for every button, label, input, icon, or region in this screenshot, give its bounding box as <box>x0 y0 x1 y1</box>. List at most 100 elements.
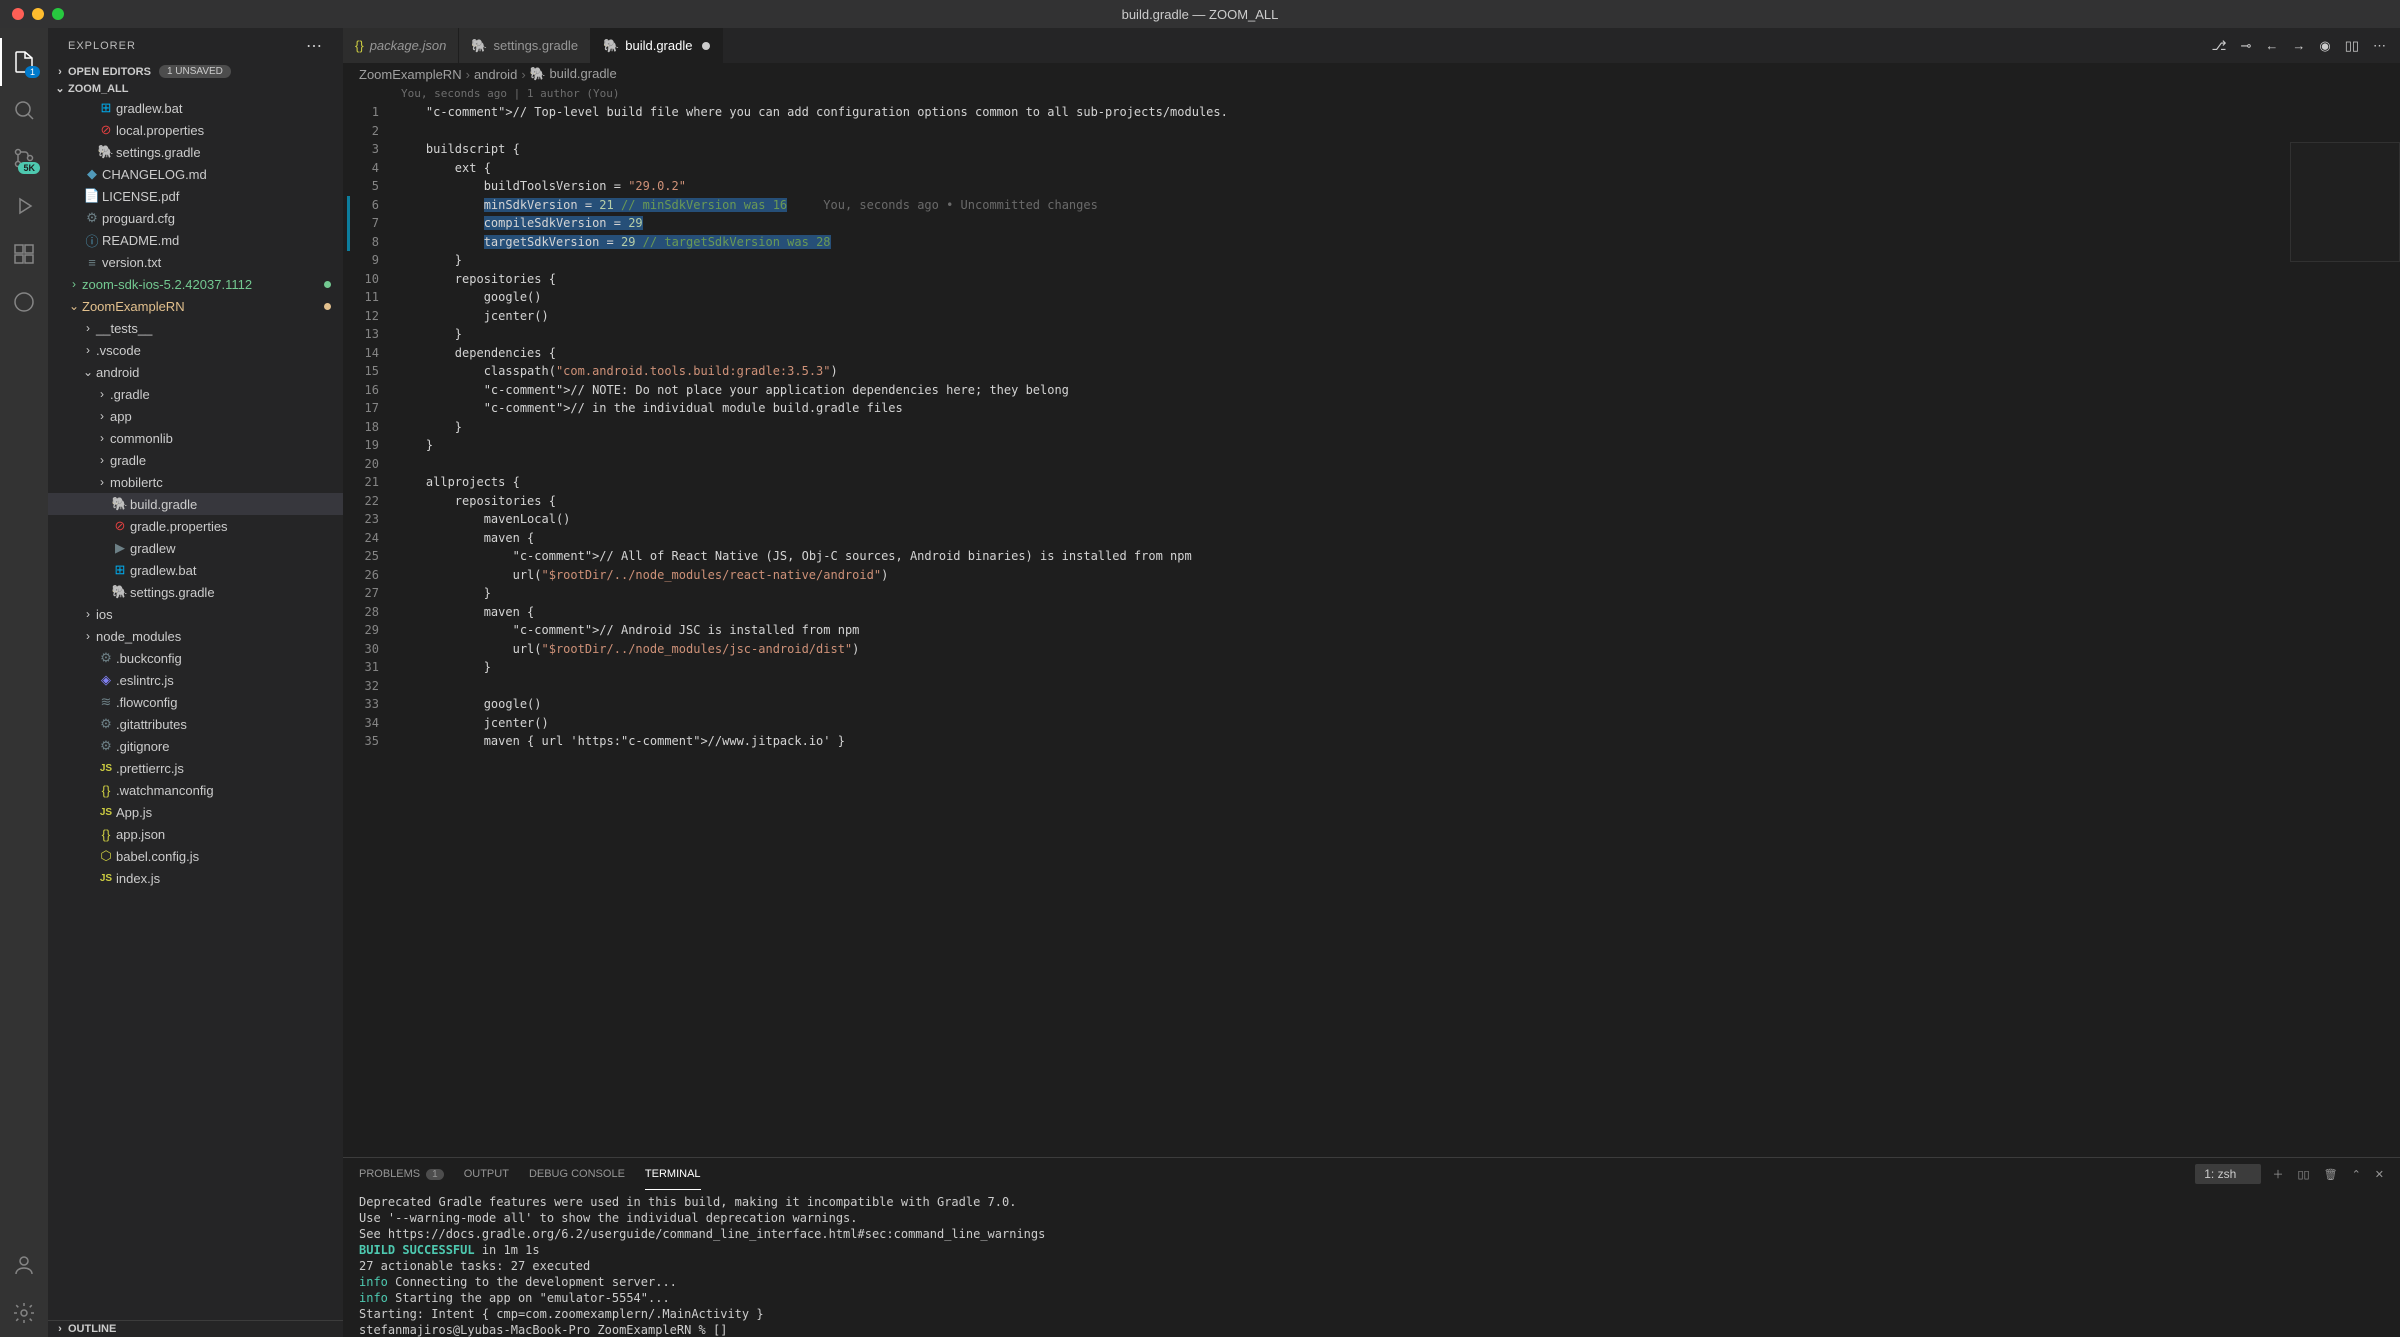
tree-item[interactable]: JS.prettierrc.js <box>48 757 343 779</box>
tree-item-label: gradlew.bat <box>130 563 197 578</box>
tab-label: settings.gradle <box>494 38 579 53</box>
tree-item[interactable]: ⊞gradlew.bat <box>48 97 343 119</box>
scm-activity[interactable]: 5K <box>0 134 48 182</box>
git-commit-icon[interactable]: ⊸ <box>2240 38 2251 54</box>
split-editor-icon[interactable]: ▯▯ <box>2345 38 2359 54</box>
file-icon: {} <box>96 783 116 798</box>
tree-item[interactable]: ⊘local.properties <box>48 119 343 141</box>
tree-item[interactable]: ⓘREADME.md <box>48 229 343 251</box>
file-icon: 🐘 <box>603 38 619 54</box>
tree-item-label: babel.config.js <box>116 849 199 864</box>
panel-tab-problems[interactable]: PROBLEMS1 <box>359 1158 444 1190</box>
extensions-activity[interactable] <box>0 230 48 278</box>
tree-item[interactable]: ≡version.txt <box>48 251 343 273</box>
tree-item[interactable]: JSApp.js <box>48 801 343 823</box>
tree-item[interactable]: ⬡babel.config.js <box>48 845 343 867</box>
split-terminal-icon[interactable]: ▯▯ <box>2297 1168 2309 1181</box>
editor-tab[interactable]: {}package.json <box>343 28 459 63</box>
tree-item[interactable]: ›ios <box>48 603 343 625</box>
problems-count-badge: 1 <box>426 1169 444 1180</box>
tree-item[interactable]: 📄LICENSE.pdf <box>48 185 343 207</box>
explorer-activity[interactable]: 1 <box>0 38 48 86</box>
kill-terminal-icon[interactable]: 🗑 <box>2324 1168 2338 1181</box>
debug-activity[interactable] <box>0 182 48 230</box>
editor-more-icon[interactable]: ⋯ <box>2373 38 2386 54</box>
maximize-panel-icon[interactable]: ⌃ <box>2352 1168 2361 1181</box>
tree-item[interactable]: ›zoom-sdk-ios-5.2.42037.1112 <box>48 273 343 295</box>
tree-item[interactable]: ›commonlib <box>48 427 343 449</box>
minimap[interactable] <box>2290 142 2400 262</box>
tree-item[interactable]: 🐘build.gradle <box>48 493 343 515</box>
settings-activity[interactable] <box>0 1289 48 1337</box>
close-panel-icon[interactable]: ✕ <box>2375 1168 2384 1181</box>
tree-item[interactable]: ⊘gradle.properties <box>48 515 343 537</box>
tree-item[interactable]: 🐘settings.gradle <box>48 581 343 603</box>
tree-item[interactable]: ⚙.gitattributes <box>48 713 343 735</box>
file-icon: ≋ <box>96 694 116 710</box>
window-close[interactable] <box>12 8 24 20</box>
tree-item-label: App.js <box>116 805 152 820</box>
tree-item[interactable]: ›mobilertc <box>48 471 343 493</box>
file-icon: ⊘ <box>110 518 130 534</box>
tree-item-label: proguard.cfg <box>102 211 175 226</box>
breadcrumb-item[interactable]: ZoomExampleRN <box>359 67 462 82</box>
file-icon: ⚙ <box>96 716 116 732</box>
terminal-selector[interactable]: 1: zsh <box>2195 1164 2261 1184</box>
nav-back-icon[interactable]: ← <box>2265 38 2278 54</box>
tree-item[interactable]: ⚙proguard.cfg <box>48 207 343 229</box>
account-activity[interactable] <box>0 1241 48 1289</box>
tree-item-label: gradlew <box>130 541 176 556</box>
tree-item-label: android <box>96 365 139 380</box>
new-terminal-icon[interactable]: ＋ <box>2272 1166 2283 1182</box>
titlebar: build.gradle — ZOOM_ALL <box>0 0 2400 28</box>
open-editors-section[interactable]: › OPEN EDITORS 1 UNSAVED <box>48 63 343 80</box>
git-compare-icon[interactable]: ⎇ <box>2211 38 2226 54</box>
tree-item[interactable]: 🐘settings.gradle <box>48 141 343 163</box>
panel-tab-debug-console[interactable]: DEBUG CONSOLE <box>529 1158 625 1190</box>
tree-item[interactable]: ≋.flowconfig <box>48 691 343 713</box>
tree-item[interactable]: JSindex.js <box>48 867 343 889</box>
remote-activity[interactable] <box>0 278 48 326</box>
tree-item[interactable]: ›.gradle <box>48 383 343 405</box>
nav-fwd-icon[interactable]: → <box>2292 38 2305 54</box>
tree-item[interactable]: ›gradle <box>48 449 343 471</box>
tree-item[interactable]: ▶gradlew <box>48 537 343 559</box>
workspace-section[interactable]: ⌄ ZOOM_ALL <box>48 80 343 97</box>
tree-item-label: .prettierrc.js <box>116 761 184 776</box>
search-activity[interactable] <box>0 86 48 134</box>
tree-item[interactable]: ›.vscode <box>48 339 343 361</box>
breadcrumb-item[interactable]: android <box>474 67 517 82</box>
window-minimize[interactable] <box>32 8 44 20</box>
window-maximize[interactable] <box>52 8 64 20</box>
blame-annotation: You, seconds ago | 1 author (You) <box>397 85 2400 103</box>
tree-item[interactable]: ⚙.buckconfig <box>48 647 343 669</box>
breadcrumb[interactable]: ZoomExampleRN›android›🐘 build.gradle <box>343 63 2400 85</box>
timeline-icon[interactable]: ◉ <box>2319 38 2330 54</box>
file-icon: ▶ <box>110 540 130 556</box>
code-content[interactable]: You, seconds ago | 1 author (You) "c-com… <box>397 85 2400 1157</box>
tree-item[interactable]: {}app.json <box>48 823 343 845</box>
tree-item-label: .gitattributes <box>116 717 187 732</box>
outline-section[interactable]: › OUTLINE <box>48 1320 343 1337</box>
editor-tab[interactable]: 🐘 settings.gradle <box>459 28 591 63</box>
tree-item[interactable]: ›node_modules <box>48 625 343 647</box>
tree-item[interactable]: ⌄ZoomExampleRN <box>48 295 343 317</box>
file-icon: 🐘 <box>471 38 487 54</box>
tree-item[interactable]: ›__tests__ <box>48 317 343 339</box>
editor-tab[interactable]: 🐘build.gradle <box>591 28 723 63</box>
terminal-output[interactable]: Deprecated Gradle features were used in … <box>343 1190 2400 1337</box>
file-icon: ⚙ <box>96 650 116 666</box>
tree-item[interactable]: ⊞gradlew.bat <box>48 559 343 581</box>
panel-tab-output[interactable]: OUTPUT <box>464 1158 509 1190</box>
tree-item[interactable]: ◆CHANGELOG.md <box>48 163 343 185</box>
tree-item[interactable]: ›app <box>48 405 343 427</box>
tree-item[interactable]: ⚙.gitignore <box>48 735 343 757</box>
tree-item-label: version.txt <box>102 255 161 270</box>
sidebar-more[interactable]: ⋯ <box>306 36 323 56</box>
tree-item[interactable]: ⌄android <box>48 361 343 383</box>
panel-tab-terminal[interactable]: TERMINAL <box>645 1158 701 1190</box>
tree-item[interactable]: ◈.eslintrc.js <box>48 669 343 691</box>
breadcrumb-item[interactable]: 🐘 build.gradle <box>530 66 617 82</box>
editor-body[interactable]: 1234567891011121314151617181920212223242… <box>343 85 2400 1157</box>
tree-item[interactable]: {}.watchmanconfig <box>48 779 343 801</box>
